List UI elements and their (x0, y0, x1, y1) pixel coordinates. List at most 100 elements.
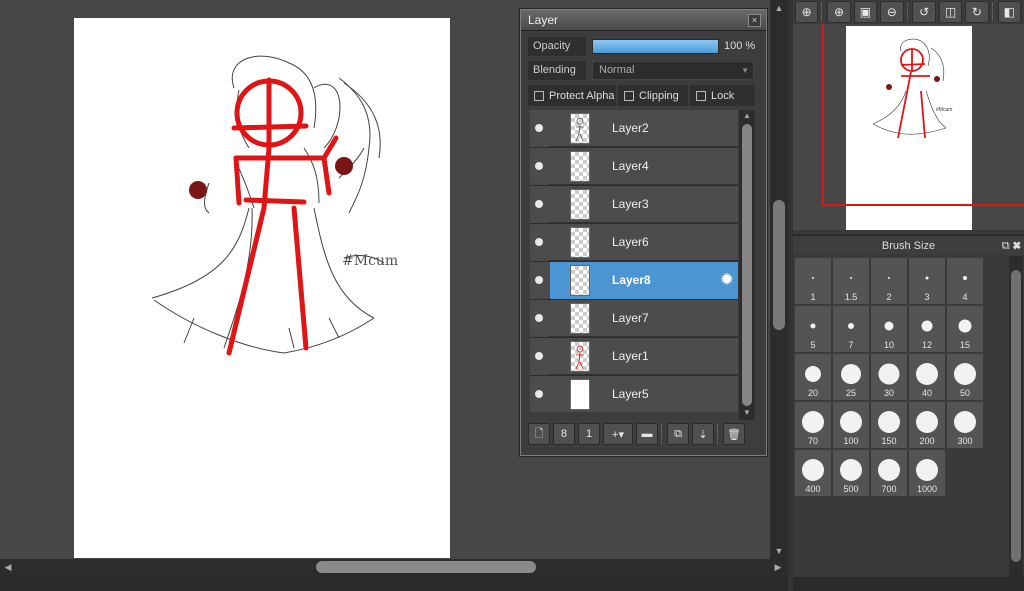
brush-size-option[interactable]: 200 (909, 402, 945, 448)
brush-size-option[interactable]: 300 (947, 402, 983, 448)
brush-size-option[interactable]: 30 (871, 354, 907, 400)
brush-size-option[interactable]: 500 (833, 450, 869, 496)
scroll-up-arrow-icon[interactable]: ▲ (773, 2, 785, 14)
add-layer-menu-icon[interactable]: +▾ (603, 423, 633, 445)
brush-size-option[interactable]: 400 (795, 450, 831, 496)
brush-size-option[interactable]: 5 (795, 306, 831, 352)
brush-size-option[interactable]: 25 (833, 354, 869, 400)
visibility-toggle[interactable] (530, 300, 548, 337)
navigator-preview[interactable]: #Mcum (793, 24, 1024, 230)
layer-name-cell[interactable]: Layer3 (550, 186, 738, 223)
visibility-toggle[interactable] (530, 110, 548, 147)
layer-name-cell[interactable]: Layer1 (550, 338, 738, 375)
eye-icon (535, 390, 543, 398)
brush-size-option[interactable]: 100 (833, 402, 869, 448)
scroll-up-arrow-icon[interactable]: ▲ (742, 111, 752, 120)
layer-name: Layer2 (612, 121, 649, 135)
duplicate-icon[interactable]: ⧉ (667, 423, 689, 445)
layer-row[interactable]: Layer8 ✹ (530, 262, 738, 299)
visibility-toggle[interactable] (530, 262, 548, 299)
gear-icon[interactable]: ✹ (720, 271, 734, 289)
brush-size-option[interactable]: 700 (871, 450, 907, 496)
brush-size-option[interactable]: 12 (909, 306, 945, 352)
visibility-toggle[interactable] (530, 186, 548, 223)
navigator-viewport-frame[interactable] (822, 24, 1024, 206)
visibility-toggle[interactable] (530, 148, 548, 185)
brush-size-label: 400 (805, 484, 821, 494)
new-layer-icon[interactable]: 🗋 (528, 423, 550, 445)
flip-horizontal-icon[interactable]: ◧ (997, 1, 1021, 23)
brush-size-option[interactable]: 1.5 (833, 258, 869, 304)
brush-size-option[interactable]: 1000 (909, 450, 945, 496)
folder-icon[interactable]: ▬ (636, 423, 658, 445)
layer-row[interactable]: Layer5 (530, 376, 738, 412)
brush-size-option[interactable]: 70 (795, 402, 831, 448)
visibility-toggle[interactable] (530, 224, 548, 261)
new-8bit-layer-icon[interactable]: 8 (553, 423, 575, 445)
layer-row[interactable]: Layer4 (530, 148, 738, 185)
layer-name-cell[interactable]: Layer8 ✹ (550, 262, 738, 299)
lock-checkbox[interactable]: Lock (690, 85, 755, 106)
brush-size-scroll-thumb[interactable] (1011, 270, 1021, 562)
brush-size-option[interactable]: 2 (871, 258, 907, 304)
protect-alpha-checkbox[interactable]: Protect Alpha (528, 85, 616, 106)
brush-dot-icon (921, 320, 933, 332)
eye-icon (535, 276, 543, 284)
fit-window-icon[interactable]: ⊕ (795, 1, 819, 23)
scroll-down-arrow-icon[interactable]: ▼ (742, 408, 752, 417)
layer-name-cell[interactable]: Layer6 (550, 224, 738, 261)
layer-row[interactable]: Layer7 (530, 300, 738, 337)
canvas-horizontal-scrollbar[interactable]: ◀ ▶ (0, 559, 788, 575)
drawing-canvas[interactable]: #Mcum (74, 18, 450, 558)
brush-size-label: 4 (962, 292, 968, 302)
brush-size-option[interactable]: 4 (947, 258, 983, 304)
brush-size-scrollbar[interactable] (1009, 256, 1023, 577)
new-1bit-layer-icon[interactable]: 1 (578, 423, 600, 445)
rotate-right-icon[interactable]: ↻ (965, 1, 989, 23)
sketch-artwork: #Mcum (151, 55, 398, 356)
layer-list-scroll-thumb[interactable] (742, 124, 752, 406)
scroll-right-arrow-icon[interactable]: ▶ (772, 561, 784, 573)
scroll-down-arrow-icon[interactable]: ▼ (773, 545, 785, 557)
canvas-vertical-scrollbar[interactable]: ▲ ▼ (770, 0, 788, 559)
popout-icon[interactable]: ⧉ (1002, 240, 1010, 252)
brush-size-option[interactable]: 7 (833, 306, 869, 352)
delete-icon[interactable]: 🗑 (723, 423, 745, 445)
brush-size-option[interactable]: 20 (795, 354, 831, 400)
layer-panel-titlebar[interactable]: Layer × (521, 10, 766, 31)
reset-rotation-icon[interactable]: ◫ (938, 1, 963, 23)
layer-row[interactable]: Layer6 (530, 224, 738, 261)
vertical-scroll-thumb[interactable] (773, 200, 785, 330)
brush-size-option[interactable]: 40 (909, 354, 945, 400)
toolbar-separator (821, 3, 824, 21)
brush-size-label: 7 (848, 340, 854, 350)
zoom-in-icon[interactable]: ⊕ (827, 1, 851, 23)
brush-size-option[interactable]: 3 (909, 258, 945, 304)
brush-size-option[interactable]: 10 (871, 306, 907, 352)
rotate-left-icon[interactable]: ↺ (912, 1, 936, 23)
blending-mode-select[interactable]: Normal ▼ (592, 61, 754, 80)
close-icon[interactable]: ✖ (1013, 240, 1021, 252)
brush-size-option[interactable]: 150 (871, 402, 907, 448)
layer-name-cell[interactable]: Layer4 (550, 148, 738, 185)
layer-name-cell[interactable]: Layer5 (550, 376, 738, 412)
opacity-slider[interactable] (592, 39, 719, 54)
scroll-left-arrow-icon[interactable]: ◀ (2, 561, 14, 573)
clipping-checkbox[interactable]: Clipping (618, 85, 688, 106)
layer-list-scrollbar[interactable]: ▲ ▼ (739, 110, 755, 420)
brush-size-option[interactable]: 50 (947, 354, 983, 400)
layer-name-cell[interactable]: Layer2 (550, 110, 738, 147)
horizontal-scroll-thumb[interactable] (316, 561, 536, 573)
close-icon[interactable]: × (748, 14, 761, 27)
layer-row[interactable]: Layer1 (530, 338, 738, 375)
visibility-toggle[interactable] (530, 376, 548, 412)
layer-row[interactable]: Layer2 (530, 110, 738, 147)
layer-name-cell[interactable]: Layer7 (550, 300, 738, 337)
brush-size-option[interactable]: 1 (795, 258, 831, 304)
actual-size-icon[interactable]: ▣ (853, 1, 878, 23)
zoom-out-icon[interactable]: ⊖ (880, 1, 904, 23)
layer-row[interactable]: Layer3 (530, 186, 738, 223)
merge-icon[interactable]: ⇣ (692, 423, 714, 445)
visibility-toggle[interactable] (530, 338, 548, 375)
brush-size-option[interactable]: 15 (947, 306, 983, 352)
